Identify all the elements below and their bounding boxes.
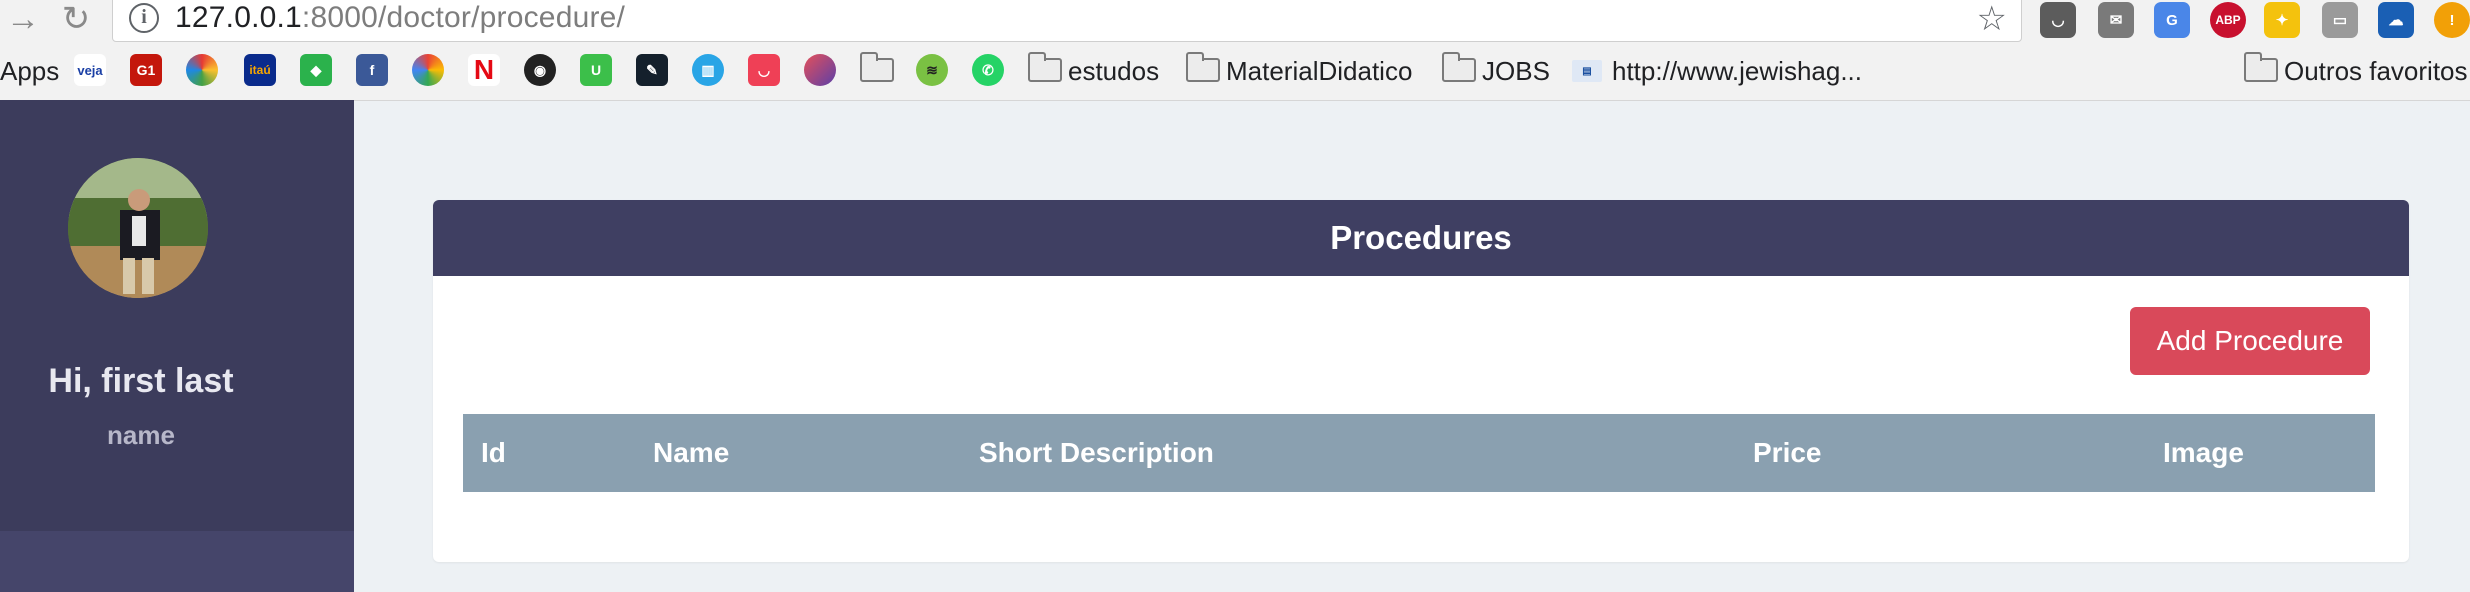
folder-icon [1186, 52, 1220, 82]
column-header-short-description[interactable]: Short Description [979, 414, 1214, 492]
browser-chrome: → ↻ 127.0.0.1:8000/doctor/procedure/ ☆ ◡… [0, 0, 2470, 101]
feedly-icon[interactable]: ◆ [300, 54, 332, 86]
jewishag-favicon-icon: ▤ [1572, 60, 1602, 82]
pinwheel-icon[interactable] [412, 54, 444, 86]
back-arrow-icon[interactable]: → [6, 0, 40, 38]
hackpad-icon[interactable]: ✎ [636, 54, 668, 86]
star-extension-icon[interactable]: ✦ [2264, 2, 2300, 38]
username-text: name [107, 420, 175, 450]
procedures-table-header: Id Name Short Description Price Image [463, 414, 2375, 492]
warning-icon[interactable]: ! [2434, 2, 2470, 38]
pocket-bookmark-icon[interactable]: ◡ [748, 54, 780, 86]
bookmark-folder-materialdidatico[interactable]: MaterialDidatico [1226, 56, 1412, 87]
cast-icon[interactable]: ▭ [2322, 2, 2358, 38]
g1-icon[interactable]: G1 [130, 54, 162, 86]
procedures-card: Procedures Add Procedure Id Name Short D… [433, 200, 2409, 562]
gradient-icon[interactable] [804, 54, 836, 86]
folder-icon [1442, 52, 1476, 82]
column-header-price[interactable]: Price [1753, 414, 1822, 492]
facebook-icon[interactable]: f [356, 54, 388, 86]
adblock-plus-icon[interactable]: ABP [2210, 2, 2246, 38]
pocket-icon[interactable]: ◡ [2040, 2, 2076, 38]
bookmark-star-icon[interactable]: ☆ [1977, 0, 2007, 39]
u-icon[interactable]: U [580, 54, 612, 86]
cloud-extension-icon[interactable]: ☁ [2378, 2, 2414, 38]
bookmark-other[interactable]: Outros favoritos [2284, 56, 2468, 87]
url-text[interactable]: 127.0.0.1:8000/doctor/procedure/ [175, 1, 625, 35]
site-info-icon[interactable] [129, 3, 159, 33]
folder-icon [1028, 52, 1062, 82]
add-procedure-button[interactable]: Add Procedure [2130, 307, 2370, 375]
bookmark-apps[interactable]: Apps [0, 56, 59, 87]
bookmark-folder-jobs[interactable]: JOBS [1482, 56, 1550, 87]
bookmark-link[interactable]: http://www.jewishag... [1612, 56, 1862, 87]
column-header-name[interactable]: Name [653, 414, 729, 492]
column-header-id[interactable]: Id [481, 414, 506, 492]
itau-icon[interactable]: itaú [244, 54, 276, 86]
reload-icon[interactable]: ↻ [56, 0, 96, 38]
avatar[interactable] [68, 158, 208, 298]
trello-icon[interactable]: ▥ [692, 54, 724, 86]
google-translate-icon[interactable]: G [2154, 2, 2190, 38]
veja-icon[interactable]: veja [74, 54, 106, 86]
netflix-icon[interactable]: N [468, 54, 500, 86]
sidebar-menu-area [0, 531, 354, 592]
folder-icon [2244, 52, 2278, 82]
bookmark-folder-estudos[interactable]: estudos [1068, 56, 1159, 87]
column-header-image[interactable]: Image [2163, 414, 2244, 492]
mail-icon[interactable]: ✉ [2098, 2, 2134, 38]
folder-icon[interactable] [860, 52, 894, 82]
whatsapp-icon[interactable]: ✆ [972, 54, 1004, 86]
spotify-icon[interactable]: ≋ [916, 54, 948, 86]
cbs-icon[interactable]: ◉ [524, 54, 556, 86]
card-header: Procedures [433, 200, 2409, 276]
greeting-text: Hi, first last [48, 362, 234, 400]
klooks-icon[interactable] [186, 54, 218, 86]
avatar-photo [68, 158, 208, 298]
page-title: Procedures [1330, 219, 1512, 256]
address-bar[interactable]: 127.0.0.1:8000/doctor/procedure/ ☆ [112, 0, 2022, 42]
